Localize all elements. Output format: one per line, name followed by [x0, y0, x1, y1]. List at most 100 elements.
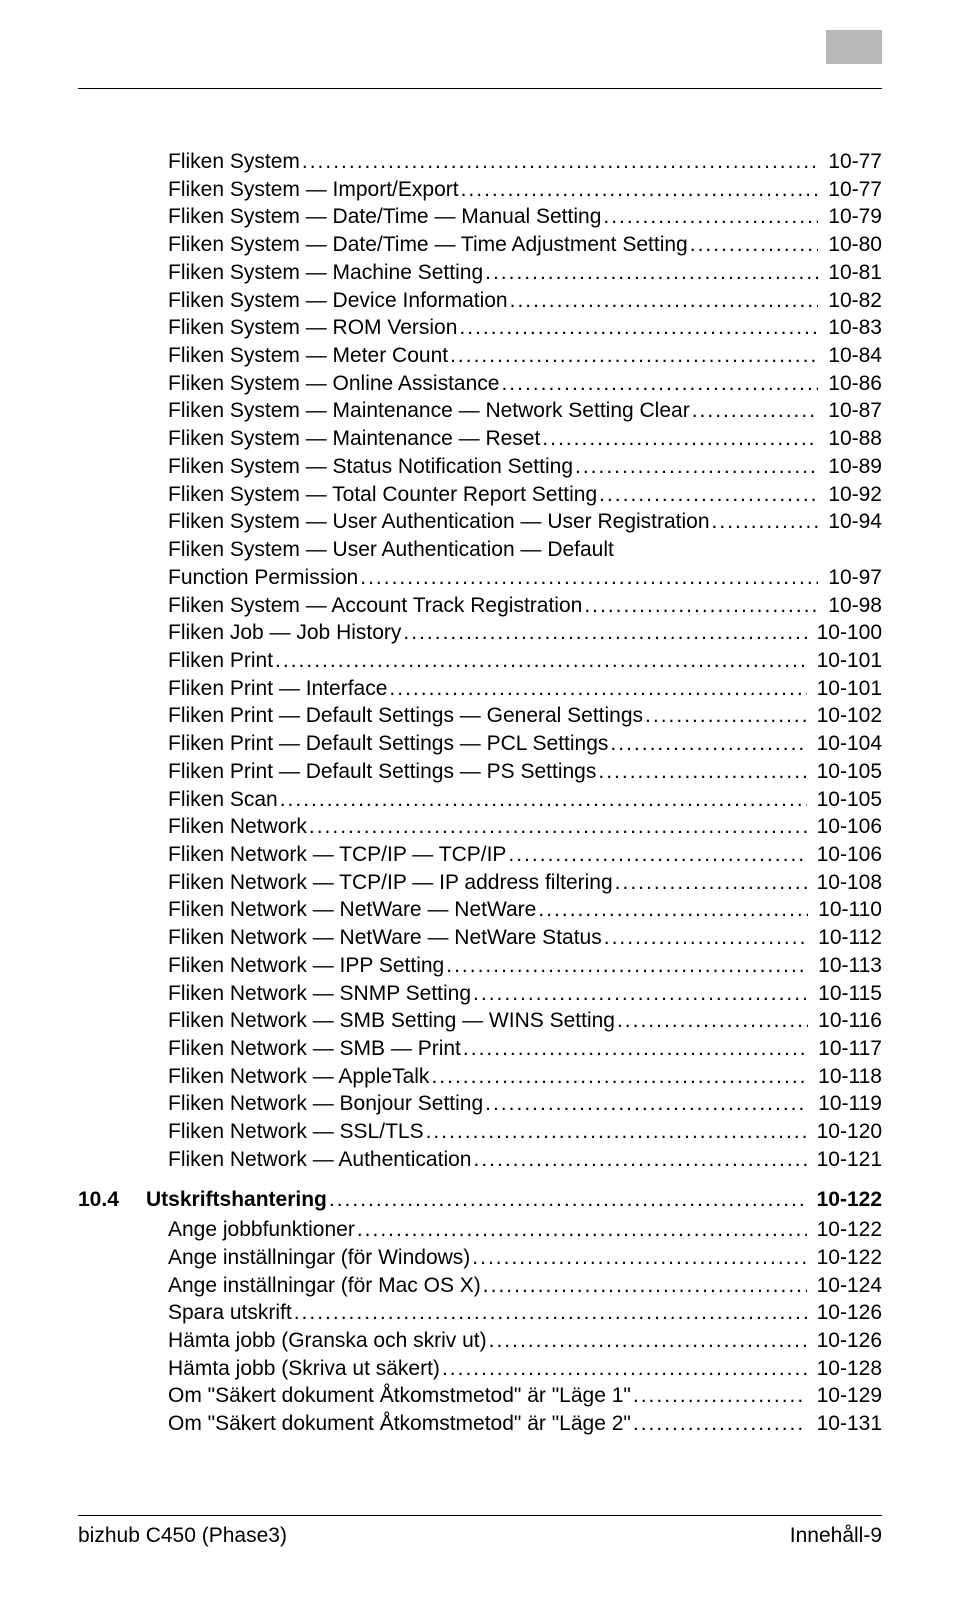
- toc-leader: [280, 786, 807, 814]
- toc-page: 10-88: [822, 425, 882, 453]
- toc-leader: [690, 231, 819, 259]
- toc-label: Fliken System — Date/Time — Time Adjustm…: [168, 231, 688, 259]
- toc-page: 10-83: [822, 314, 882, 342]
- toc-leader: [599, 481, 818, 509]
- toc-page: 10-115: [812, 980, 882, 1008]
- toc-entry: Fliken Network — TCP/IP — TCP/IP10-106: [78, 841, 882, 869]
- page-footer: bizhub C450 (Phase3) Innehåll-9: [78, 1515, 882, 1548]
- toc-leader: [692, 397, 819, 425]
- toc-label: Fliken System — Import/Export: [168, 176, 459, 204]
- toc-entry: Fliken System — User Authentication — De…: [78, 536, 882, 591]
- toc-leader: [450, 342, 818, 370]
- toc-leader: [302, 148, 818, 176]
- header-rule: [78, 88, 882, 89]
- toc-page: 10-98: [822, 592, 882, 620]
- toc-entry: Fliken System10-77: [78, 148, 882, 176]
- toc-page: 10-112: [812, 924, 882, 952]
- toc-label: Hämta jobb (Skriva ut säkert): [168, 1355, 440, 1383]
- toc-entry: Ange jobbfunktioner10-122: [78, 1216, 882, 1244]
- toc-entry: Fliken System — Maintenance — Reset 10-88: [78, 425, 882, 453]
- toc-label: Fliken System — Device Information: [168, 287, 508, 315]
- toc-label: Fliken System — Date/Time — Manual Setti…: [168, 203, 601, 231]
- section-number: 10.4: [78, 1184, 146, 1217]
- toc-label: Fliken Print — Interface: [168, 675, 387, 703]
- toc-leader: [501, 370, 818, 398]
- toc-page: 10-80: [822, 231, 882, 259]
- toc-leader: [617, 1007, 808, 1035]
- document-page: Fliken System10-77Fliken System — Import…: [0, 0, 960, 1598]
- toc-leader: [598, 758, 806, 786]
- toc-entry: Fliken System — Meter Count 10-84: [78, 342, 882, 370]
- toc-entry: Spara utskrift10-126: [78, 1299, 882, 1327]
- toc-label: Fliken System: [168, 148, 300, 176]
- toc-page: 10-101: [811, 675, 882, 703]
- toc-page: 10-126: [811, 1327, 882, 1355]
- toc-leader: [610, 730, 806, 758]
- toc-leader: [542, 425, 818, 453]
- toc-entry: Fliken Network — TCP/IP — IP address fil…: [78, 869, 882, 897]
- toc-label: Fliken System — ROM Version: [168, 314, 457, 342]
- toc-page: 10-129: [811, 1382, 882, 1410]
- toc-entry: Fliken System — Machine Setting10-81: [78, 259, 882, 287]
- table-of-contents: Fliken System10-77Fliken System — Import…: [78, 148, 882, 1438]
- toc-entry: Fliken Network — NetWare — NetWare10-110: [78, 896, 882, 924]
- toc-entry: Om "Säkert dokument Åtkomstmetod" är "Lä…: [78, 1382, 882, 1410]
- toc-page: 10-128: [811, 1355, 882, 1383]
- toc-label: Fliken System — Account Track Registrati…: [168, 592, 582, 620]
- toc-leader: [489, 1327, 807, 1355]
- toc-leader: [357, 1216, 807, 1244]
- toc-label: Fliken Network — Authentication: [168, 1146, 471, 1174]
- toc-page: 10-105: [811, 786, 882, 814]
- toc-page: 10-97: [822, 564, 882, 592]
- toc-label: Om "Säkert dokument Åtkomstmetod" är "Lä…: [168, 1410, 631, 1438]
- toc-label: Fliken System — Total Counter Report Set…: [168, 481, 597, 509]
- toc-page: 10-104: [811, 730, 882, 758]
- toc-label: Fliken Job — Job History: [168, 619, 401, 647]
- toc-entry: Fliken System — Date/Time — Time Adjustm…: [78, 231, 882, 259]
- toc-leader: [584, 592, 818, 620]
- toc-label: Fliken System — Maintenance — Reset: [168, 425, 540, 453]
- toc-page: 10-84: [822, 342, 882, 370]
- toc-leader: [508, 841, 806, 869]
- toc-leader: [463, 1035, 808, 1063]
- toc-page: 10-122: [811, 1184, 882, 1217]
- toc-leader: [483, 1272, 807, 1300]
- toc-leader: [426, 1118, 807, 1146]
- toc-label: Fliken System — User Authentication — Us…: [168, 508, 710, 536]
- toc-leader: [510, 287, 819, 315]
- toc-leader: [389, 675, 806, 703]
- toc-entry: Fliken Network — IPP Setting10-113: [78, 952, 882, 980]
- toc-entry: Fliken System — Device Information10-82: [78, 287, 882, 315]
- toc-page: 10-122: [811, 1244, 882, 1272]
- toc-page: 10-121: [811, 1146, 882, 1174]
- toc-entry: Fliken Print — Default Settings — PCL Se…: [78, 730, 882, 758]
- toc-page: 10-94: [822, 508, 882, 536]
- toc-label: Fliken System — Status Notification Sett…: [168, 453, 573, 481]
- toc-page: 10-89: [822, 453, 882, 481]
- toc-leader: [575, 453, 818, 481]
- footer-left: bizhub C450 (Phase3): [78, 1524, 287, 1548]
- toc-label: Function Permission: [168, 564, 358, 592]
- toc-entry: Ange inställningar (för Windows) 10-122: [78, 1244, 882, 1272]
- toc-label: Fliken System — User Authentication — De…: [168, 536, 882, 564]
- toc-leader: [329, 1184, 807, 1217]
- toc-entry: Fliken Network — Authentication 10-121: [78, 1146, 882, 1174]
- toc-entry: Fliken System — Total Counter Report Set…: [78, 481, 882, 509]
- toc-leader: [633, 1410, 807, 1438]
- toc-label: Fliken Network — SMB Setting — WINS Sett…: [168, 1007, 615, 1035]
- toc-page: 10-126: [811, 1299, 882, 1327]
- toc-entry: Fliken Network — SMB Setting — WINS Sett…: [78, 1007, 882, 1035]
- toc-label: Fliken Scan: [168, 786, 278, 814]
- toc-leader: [275, 647, 807, 675]
- toc-page: 10-101: [811, 647, 882, 675]
- toc-leader: [309, 813, 807, 841]
- toc-page: 10-113: [812, 952, 882, 980]
- toc-label: Fliken System — Meter Count: [168, 342, 448, 370]
- toc-label: Ange inställningar (för Windows): [168, 1244, 470, 1272]
- toc-label: Hämta jobb (Granska och skriv ut): [168, 1327, 487, 1355]
- toc-leader: [615, 869, 807, 897]
- toc-page: 10-116: [812, 1007, 882, 1035]
- toc-entry: Fliken Scan 10-105: [78, 786, 882, 814]
- toc-page: 10-100: [811, 619, 882, 647]
- toc-page: 10-77: [822, 176, 882, 204]
